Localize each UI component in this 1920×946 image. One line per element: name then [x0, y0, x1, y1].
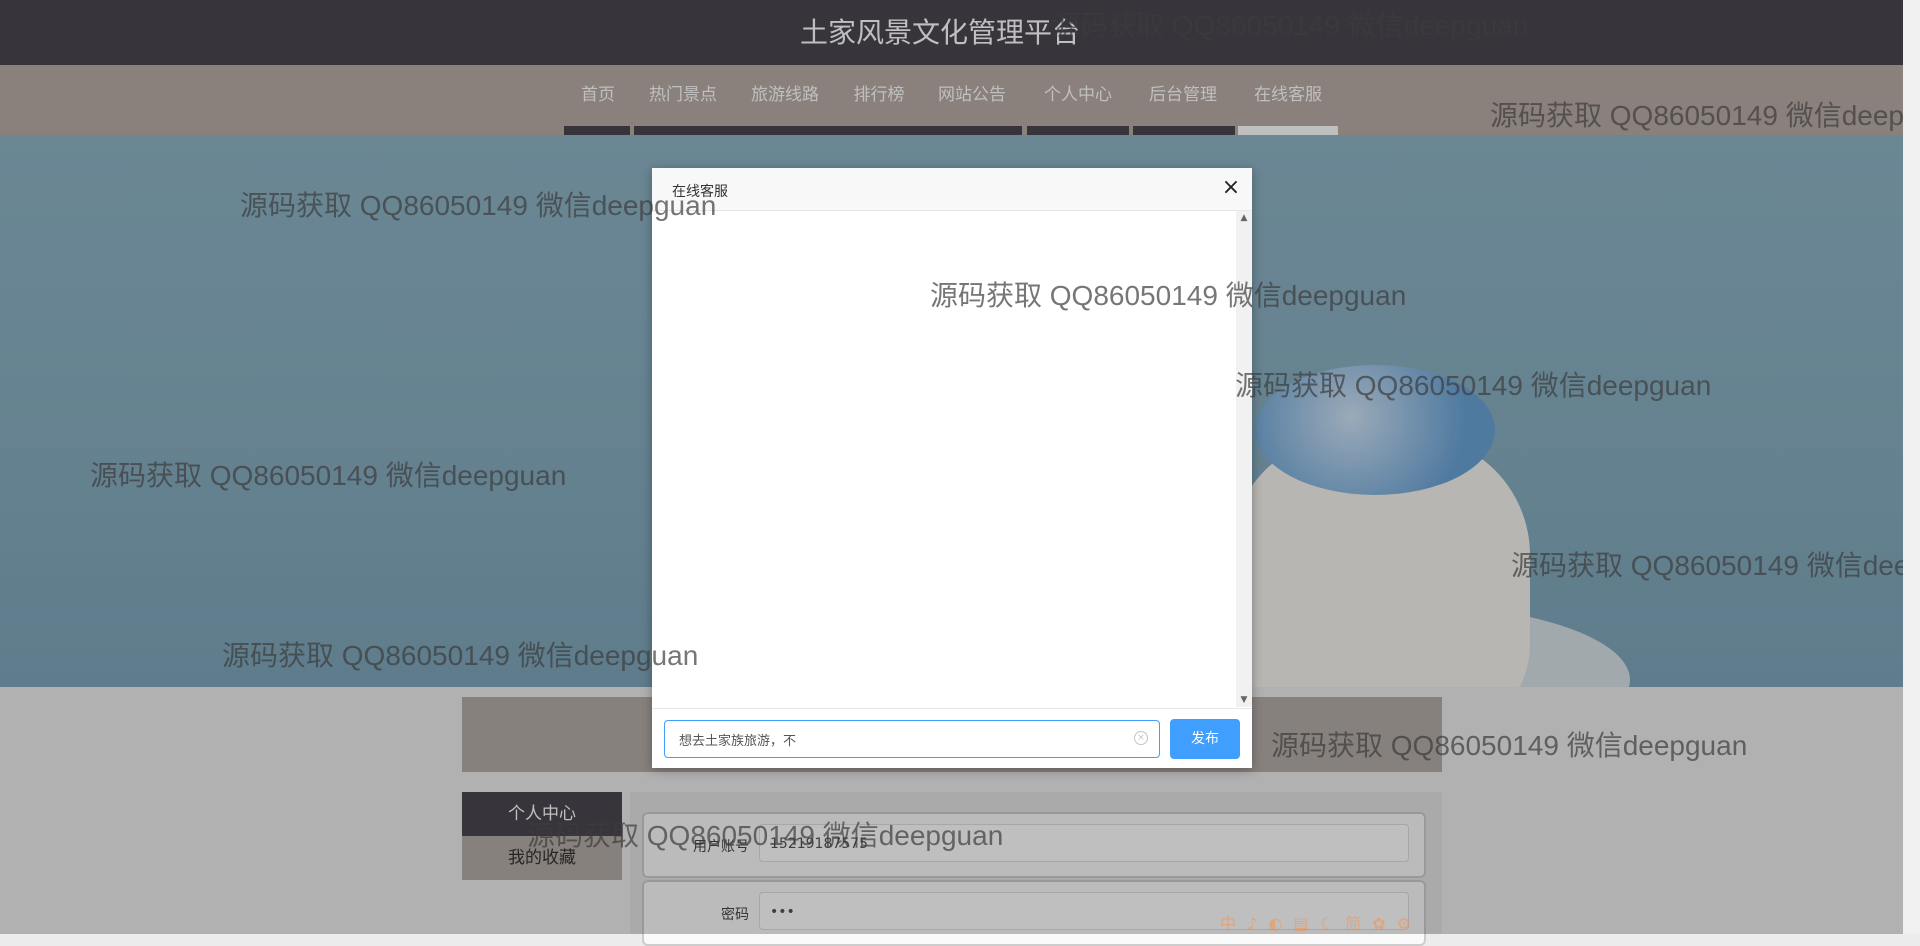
online-service-dialog: 在线客服 × ▲ ▼ × 发布: [652, 168, 1252, 768]
dialog-footer: × 发布: [652, 708, 1252, 769]
chat-message-area[interactable]: [652, 211, 1236, 707]
send-button[interactable]: 发布: [1170, 719, 1240, 759]
dialog-title: 在线客服: [672, 184, 728, 200]
dialog-header: 在线客服 ×: [652, 168, 1252, 211]
chat-scrollbar[interactable]: ▲ ▼: [1236, 211, 1252, 707]
close-icon[interactable]: ×: [1219, 176, 1243, 200]
clear-input-icon[interactable]: ×: [1134, 731, 1148, 745]
scroll-down-arrow-icon[interactable]: ▼: [1236, 695, 1252, 705]
scroll-up-arrow-icon[interactable]: ▲: [1236, 213, 1252, 223]
ime-toolbar[interactable]: 中 ♪ ◐ ▤ ☾ 简 ✿ ⚙: [1220, 910, 1425, 933]
page-scrollbar[interactable]: [1903, 0, 1920, 934]
message-input[interactable]: [664, 720, 1160, 758]
